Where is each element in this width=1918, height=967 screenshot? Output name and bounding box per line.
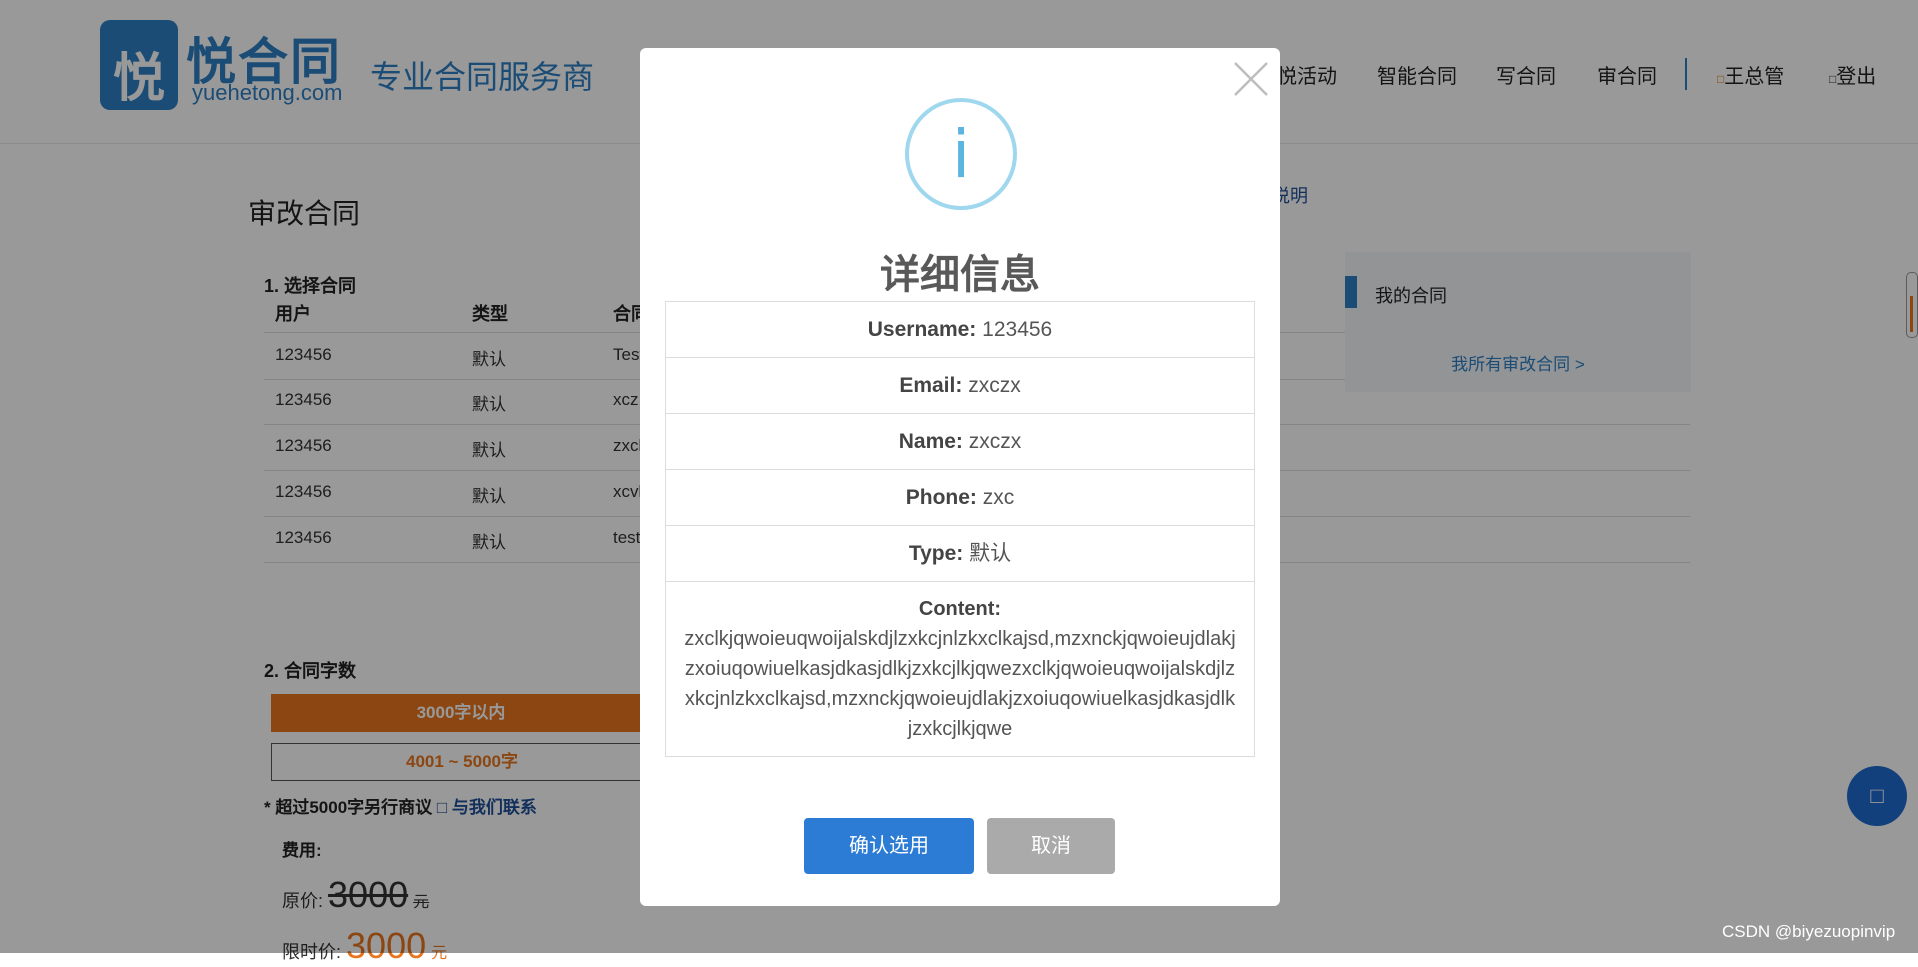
content-label: Content: xyxy=(918,598,1002,620)
email-label: Email: xyxy=(899,374,963,397)
content-value: zxclkjqwoieuqwoijalskdjlzxkcjnlzkxclkajs… xyxy=(684,628,1236,740)
detail-row-content: Content: zxclkjqwoieuqwoijalskdjlzxkcjnl… xyxy=(666,582,1254,756)
info-glyph: i xyxy=(951,116,971,193)
detail-row-phone: Phone: zxc xyxy=(666,470,1254,526)
detail-row-email: Email: zxczx xyxy=(666,358,1254,414)
info-icon: i xyxy=(905,98,1017,210)
detail-table: Username: 123456 Email: zxczx Name: zxcz… xyxy=(665,301,1255,757)
name-value: zxczx xyxy=(968,430,1022,453)
email-value: zxczx xyxy=(968,374,1021,397)
confirm-select-button[interactable]: 确认选用 xyxy=(804,818,974,874)
type-label: Type: xyxy=(908,542,964,565)
detail-row-type: Type: 默认 xyxy=(666,526,1254,582)
detail-row-username: Username: 123456 xyxy=(666,302,1254,358)
username-label: Username: xyxy=(867,318,977,341)
phone-value: zxc xyxy=(982,486,1015,509)
watermark: CSDN @biyezuopinvip xyxy=(1722,922,1896,941)
type-value: 默认 xyxy=(969,542,1012,565)
detail-modal: i 详细信息 Username: 123456 Email: zxczx Nam… xyxy=(640,48,1280,906)
modal-title: 详细信息 xyxy=(880,253,1040,297)
username-value: 123456 xyxy=(982,318,1053,341)
detail-row-name: Name: zxczx xyxy=(666,414,1254,470)
cancel-button[interactable]: 取消 xyxy=(987,818,1115,874)
name-label: Name: xyxy=(898,430,963,453)
phone-label: Phone: xyxy=(905,486,977,509)
close-icon[interactable] xyxy=(1232,60,1270,98)
